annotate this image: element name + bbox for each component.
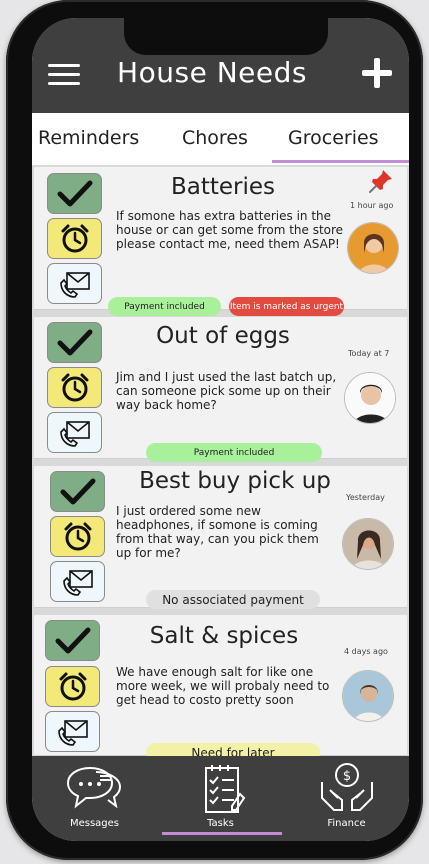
card-timestamp: Today at 7 — [348, 349, 390, 358]
reminder-button[interactable] — [47, 218, 102, 259]
tag-pill: Payment included — [108, 297, 221, 316]
card-title: Batteries — [170, 174, 276, 200]
card-title: Salt & spices — [149, 623, 299, 649]
pin-icon[interactable] — [368, 168, 394, 194]
tab-chores[interactable]: Chores — [182, 127, 248, 149]
card-description: Jim and I just used the last batch up, c… — [116, 370, 337, 412]
nav-tasks[interactable]: Tasks — [158, 756, 283, 841]
envelope-phone-icon — [59, 420, 90, 447]
card-title: Out of eggs — [156, 323, 290, 349]
user-avatar — [344, 372, 396, 424]
nav-label: Tasks — [207, 818, 234, 829]
message-button[interactable] — [45, 711, 100, 752]
money-hands-icon: $ — [321, 763, 373, 811]
active-nav-indicator — [162, 832, 282, 835]
phone-frame: House Needs Reminders Chores Groceries B… — [6, 0, 423, 860]
tag-pill: No associated payment — [146, 590, 320, 609]
card-description: We have enough salt for like one more we… — [116, 665, 330, 707]
nav-label: Finance — [327, 818, 366, 829]
svg-text:$: $ — [343, 769, 351, 784]
checkmark-icon — [60, 478, 95, 504]
hamburger-menu-icon[interactable] — [48, 64, 80, 86]
bottom-navigation: Messages Tasks $ Finance — [32, 756, 409, 841]
reminder-button[interactable] — [45, 666, 100, 707]
alarm-clock-icon — [61, 224, 88, 252]
add-icon[interactable] — [362, 58, 392, 88]
card-description: If somone has extra batteries in the hou… — [116, 209, 344, 251]
user-avatar — [347, 222, 399, 274]
checkmark-icon — [55, 627, 90, 653]
alarm-clock-icon — [64, 522, 91, 550]
complete-button[interactable] — [45, 620, 100, 661]
card-timestamp: 4 days ago — [344, 647, 388, 656]
message-button[interactable] — [47, 412, 102, 453]
message-button[interactable] — [50, 561, 105, 602]
envelope-phone-icon — [59, 271, 90, 298]
message-button[interactable] — [47, 263, 102, 304]
reminder-button[interactable] — [47, 367, 102, 408]
active-tab-indicator — [272, 160, 409, 163]
phone-notch — [124, 18, 328, 55]
complete-button[interactable] — [50, 471, 105, 512]
tab-groceries[interactable]: Groceries — [288, 127, 379, 149]
envelope-phone-icon — [57, 719, 88, 746]
tag-pill-urgent: Item is marked as urgent — [229, 297, 344, 316]
nav-messages[interactable]: Messages — [32, 756, 157, 841]
reminder-button[interactable] — [50, 516, 105, 557]
app-screen: House Needs Reminders Chores Groceries B… — [32, 18, 409, 841]
card-timestamp: Yesterday — [346, 493, 385, 502]
user-avatar — [342, 518, 394, 570]
grocery-card-salt-spices[interactable]: Salt & spices 4 days ago We have enough … — [34, 615, 407, 762]
grocery-card-eggs[interactable]: Out of eggs Today at 7 Jim and I just us… — [34, 317, 407, 462]
grocery-card-batteries[interactable]: Batteries 1 hour ago If somone has extra… — [34, 167, 407, 316]
card-description: I just ordered some new headphones, if s… — [116, 504, 319, 560]
tab-bar: Reminders Chores Groceries — [32, 113, 409, 165]
chat-bubbles-icon — [66, 766, 122, 809]
checklist-icon — [205, 765, 246, 813]
nav-finance[interactable]: $ Finance — [284, 756, 409, 841]
alarm-clock-icon — [59, 672, 86, 700]
tab-reminders[interactable]: Reminders — [38, 127, 139, 149]
nav-label: Messages — [69, 818, 120, 829]
grocery-card-best-buy[interactable]: Best buy pick up Yesterday I just ordere… — [34, 466, 407, 609]
user-avatar — [342, 670, 394, 722]
complete-button[interactable] — [47, 322, 102, 363]
checkmark-icon — [57, 180, 92, 206]
page-title: House Needs — [117, 56, 307, 89]
card-title: Best buy pick up — [139, 468, 331, 494]
checkmark-icon — [57, 329, 92, 355]
envelope-phone-icon — [62, 569, 93, 596]
alarm-clock-icon — [61, 373, 88, 401]
tag-pill: Payment included — [146, 443, 322, 462]
complete-button[interactable] — [47, 173, 102, 214]
card-timestamp: 1 hour ago — [350, 201, 394, 210]
